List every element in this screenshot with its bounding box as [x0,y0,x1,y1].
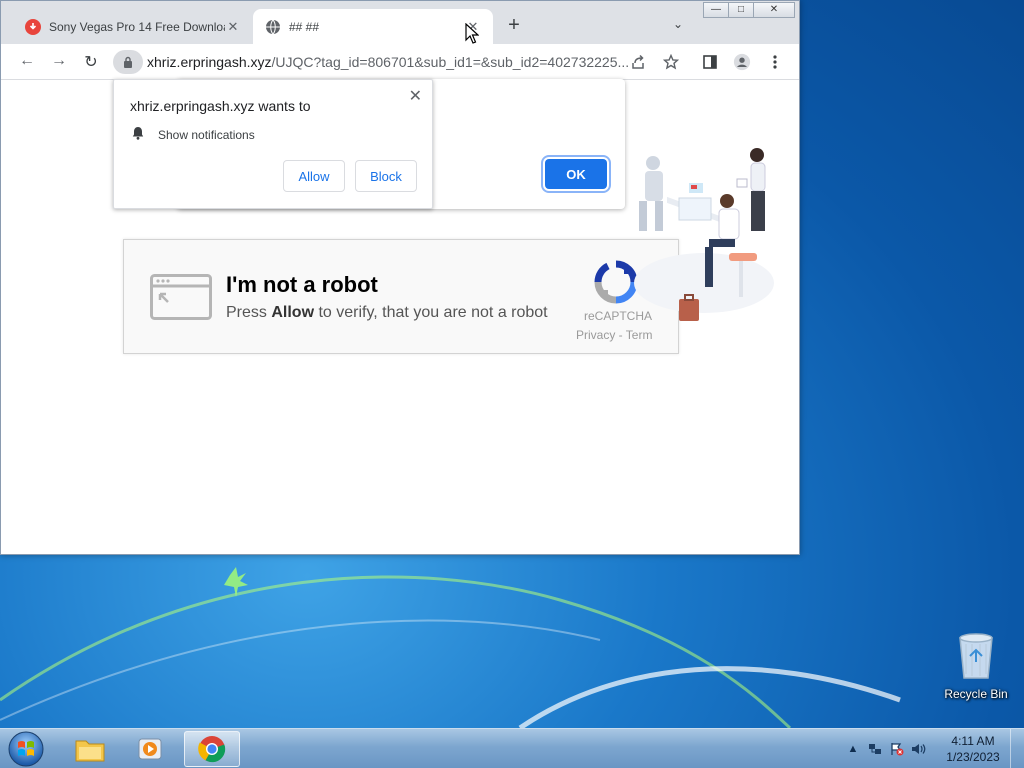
volume-icon[interactable] [908,740,930,758]
download-site-favicon-icon [25,18,41,35]
recycle-bin-label: Recycle Bin [944,687,1008,701]
menu-kebab-icon[interactable] [766,53,784,71]
url-path: /UJQC?tag_id=806701&sub_id1=&sub_id2=402… [271,54,630,70]
action-center-flag-icon[interactable] [886,740,908,758]
allow-button[interactable]: Allow [283,160,345,192]
media-player-icon [138,738,162,760]
permission-row: Show notifications [132,126,255,143]
address-bar[interactable]: xhriz.erpringash.xyz/UJQC?tag_id=806701&… [113,48,659,76]
taskbar-explorer-button[interactable] [62,731,118,767]
close-icon[interactable]: ✕ [409,86,422,106]
new-tab-button[interactable]: + [504,15,524,35]
captcha-subtitle: Press Allow to verify, that you are not … [226,304,548,322]
minimize-button[interactable]: — [703,2,729,18]
taskbar-media-player-button[interactable] [122,731,178,767]
notification-permission-prompt: xhriz.erpringash.xyz wants to ✕ Show not… [113,79,433,209]
start-button[interactable] [6,730,46,768]
window-controls: — □ ✕ [703,2,795,18]
system-tray: ▲ [842,729,930,768]
captcha-subtitle-suffix: to verify, that you are not a robot [314,304,548,321]
tab-search-button[interactable]: ⌄ [673,17,683,31]
url-domain: xhriz.erpringash.xyz [147,54,272,70]
profile-avatar-icon[interactable] [733,53,751,71]
taskbar-chrome-button[interactable] [184,731,240,767]
folder-icon [75,740,105,762]
fake-captcha-box: I'm not a robot Press Allow to verify, t… [123,239,679,354]
taskbar: ▲ 4:11 AM 1/23/2023 [0,728,1024,768]
tab-title: ## ## [289,19,320,34]
bookmark-star-icon[interactable] [662,53,680,71]
block-button[interactable]: Block [355,160,417,192]
recycle-bin-icon [959,633,993,679]
url-text: xhriz.erpringash.xyz/UJQC?tag_id=806701&… [147,54,629,70]
captcha-subtitle-bold: Allow [271,304,315,321]
lock-icon[interactable] [113,50,143,74]
maximize-button[interactable]: □ [728,2,754,18]
back-button[interactable]: ← [17,52,37,70]
reload-button[interactable]: ↻ [81,52,101,72]
network-icon[interactable] [864,740,886,758]
recycle-bin-desktop-icon[interactable]: Recycle Bin [938,630,1014,701]
windows-logo-icon [8,731,44,767]
tab-title: Sony Vegas Pro 14 Free Download [49,19,225,34]
tab-strip: Sony Vegas Pro 14 Free Download ✕ ## ## … [1,1,799,44]
share-icon[interactable] [629,53,647,71]
ok-button[interactable]: OK [545,159,607,189]
permission-label: Show notifications [158,127,255,142]
captcha-title: I'm not a robot [226,272,378,297]
clock-date: 1/23/2023 [946,750,1000,764]
forward-button[interactable]: → [49,52,69,70]
permission-title: xhriz.erpringash.xyz wants to [130,98,311,114]
browser-window: Sony Vegas Pro 14 Free Download ✕ ## ## … [0,0,800,555]
mouse-cursor-icon [465,22,480,50]
clock-time: 4:11 AM [951,734,995,748]
side-panel-icon[interactable] [701,53,719,71]
close-window-button[interactable]: ✕ [753,2,795,18]
tray-expand-icon[interactable]: ▲ [842,740,864,758]
bell-icon [132,126,144,143]
browser-toolbar: ← → ↻ xhriz.erpringash.xyz/UJQC?tag_id=8… [1,44,799,80]
tab-sony-vegas[interactable]: Sony Vegas Pro 14 Free Download ✕ [13,9,253,44]
chrome-icon [198,736,226,763]
tab-close-icon[interactable]: ✕ [225,19,241,35]
globe-icon [265,19,281,35]
browser-window-icon [150,274,212,325]
office-illustration [629,143,779,333]
tab-current[interactable]: ## ## ✕ [253,9,493,44]
captcha-subtitle-prefix: Press [226,304,272,321]
show-desktop-button[interactable] [1010,729,1024,768]
taskbar-clock[interactable]: 4:11 AM 1/23/2023 [940,733,1006,765]
